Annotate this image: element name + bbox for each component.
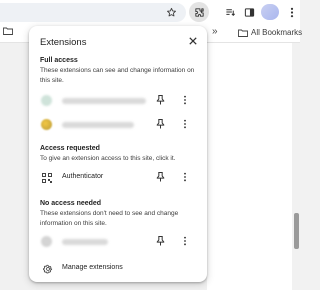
- folder-icon: [3, 27, 13, 35]
- pin-icon[interactable]: [154, 235, 166, 247]
- bookmark-folder[interactable]: [3, 27, 13, 35]
- reading-list-icon[interactable]: [222, 4, 238, 20]
- avatar[interactable]: [261, 4, 279, 20]
- extension-name: Authenticator: [62, 173, 104, 180]
- address-bar[interactable]: [0, 3, 186, 22]
- extension-row[interactable]: [29, 232, 207, 252]
- full-access-title: Full access: [40, 57, 78, 64]
- qr-code-icon: [41, 172, 52, 183]
- extensions-puzzle-icon[interactable]: [189, 2, 209, 22]
- close-icon[interactable]: [186, 34, 200, 48]
- page-content-panel: [207, 43, 293, 290]
- scrollbar-thumb[interactable]: [294, 213, 299, 249]
- extension-name-redacted: [62, 122, 134, 128]
- extension-row[interactable]: [29, 91, 207, 111]
- access-requested-description: To give an extension access to this site…: [40, 155, 176, 162]
- extension-row[interactable]: [29, 115, 207, 135]
- browser-toolbar: [0, 0, 300, 24]
- scrollbar-track[interactable]: [292, 43, 300, 290]
- more-vert-icon[interactable]: [179, 171, 191, 183]
- extension-icon: [41, 95, 52, 106]
- more-vert-icon[interactable]: [179, 118, 191, 130]
- extension-row-authenticator[interactable]: Authenticator: [29, 168, 207, 188]
- more-vert-icon[interactable]: [179, 94, 191, 106]
- folder-icon: [238, 29, 248, 37]
- manage-extensions-label: Manage extensions: [62, 264, 123, 271]
- extension-name-redacted: [62, 239, 108, 245]
- manage-extensions-button[interactable]: Manage extensions: [29, 260, 207, 278]
- more-vert-icon[interactable]: [284, 4, 300, 20]
- no-access-title: No access needed: [40, 200, 102, 207]
- star-icon[interactable]: [163, 4, 179, 20]
- extension-icon: [41, 119, 52, 130]
- no-access-description: These extensions don't need to see and c…: [40, 210, 179, 227]
- popup-title: Extensions: [40, 37, 87, 48]
- extension-icon: [41, 236, 52, 247]
- bookmarks-overflow-chevron[interactable]: »: [212, 26, 218, 38]
- access-requested-title: Access requested: [40, 145, 100, 152]
- more-vert-icon[interactable]: [179, 235, 191, 247]
- full-access-description: These extensions can see and change info…: [40, 67, 195, 84]
- pin-icon[interactable]: [154, 171, 166, 183]
- pin-icon[interactable]: [154, 94, 166, 106]
- extension-name-redacted: [62, 98, 146, 104]
- extensions-popup: Extensions Full access These extensions …: [29, 26, 207, 282]
- pin-icon[interactable]: [154, 118, 166, 130]
- side-panel-icon[interactable]: [241, 4, 257, 20]
- all-bookmarks-folder[interactable]: All Bookmarks: [238, 27, 302, 39]
- gear-icon: [42, 263, 53, 274]
- all-bookmarks-label: All Bookmarks: [251, 28, 303, 37]
